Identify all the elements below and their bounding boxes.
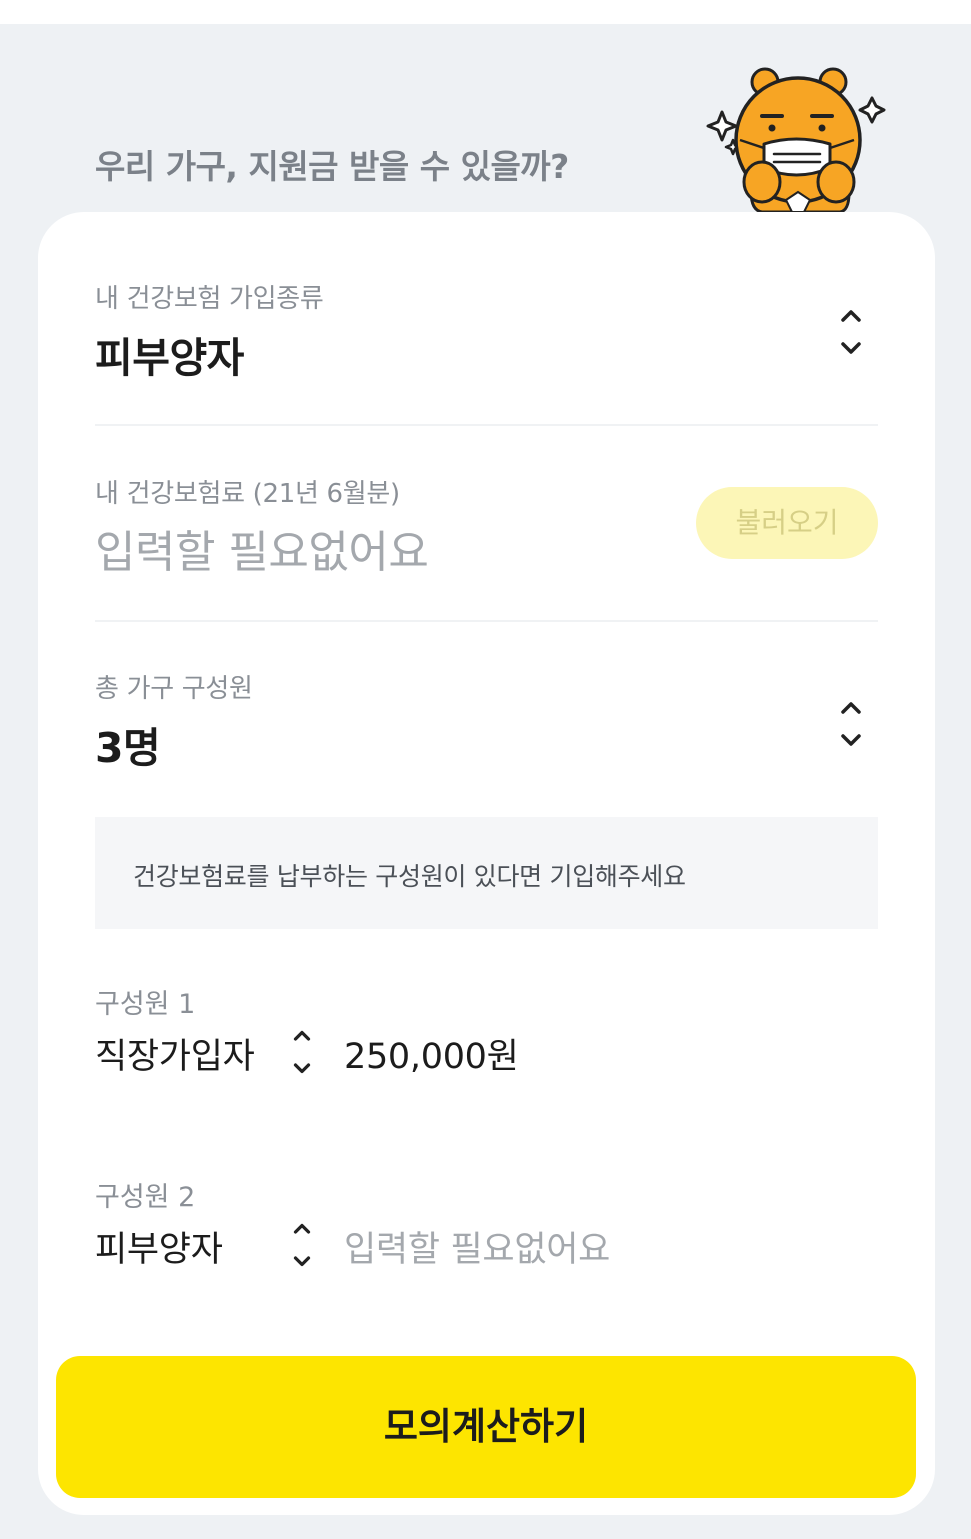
- member-1-amount-input[interactable]: 250,000원: [344, 1028, 519, 1079]
- notice-box: 건강보험료를 납부하는 구성원이 있다면 기입해주세요: [95, 817, 878, 929]
- divider: [95, 424, 878, 426]
- member-1-type-select[interactable]: 직장가입자: [95, 1028, 255, 1079]
- insurance-type-select[interactable]: 피부양자: [95, 324, 244, 384]
- premium-input[interactable]: 입력할 필요없어요: [95, 516, 429, 580]
- premium-label: 내 건강보험료 (21년 6월분): [95, 479, 400, 509]
- chevron-up-down-icon[interactable]: [836, 696, 866, 752]
- chevron-up-down-icon[interactable]: [287, 1026, 317, 1078]
- insurance-type-label: 내 건강보험 가입종류: [95, 284, 324, 314]
- member-2-amount-input[interactable]: 입력할 필요없어요: [344, 1221, 610, 1272]
- chevron-up-down-icon[interactable]: [836, 304, 866, 360]
- page-headline: 우리 가구, 지원금 받을 수 있을까?: [95, 147, 569, 186]
- load-premium-button[interactable]: 불러오기: [696, 487, 878, 559]
- household-label: 총 가구 구성원: [95, 674, 253, 704]
- calculate-button[interactable]: 모의계산하기: [56, 1356, 916, 1498]
- ryan-mask-mascot-icon: [706, 67, 886, 214]
- member-2-type-select[interactable]: 피부양자: [95, 1221, 223, 1272]
- divider: [95, 620, 878, 622]
- notice-text: 건강보험료를 납부하는 구성원이 있다면 기입해주세요: [133, 862, 686, 891]
- member-2-label: 구성원 2: [95, 1182, 196, 1213]
- member-1-label: 구성원 1: [95, 989, 196, 1020]
- household-select[interactable]: 3명: [95, 714, 161, 774]
- chevron-up-down-icon[interactable]: [287, 1219, 317, 1271]
